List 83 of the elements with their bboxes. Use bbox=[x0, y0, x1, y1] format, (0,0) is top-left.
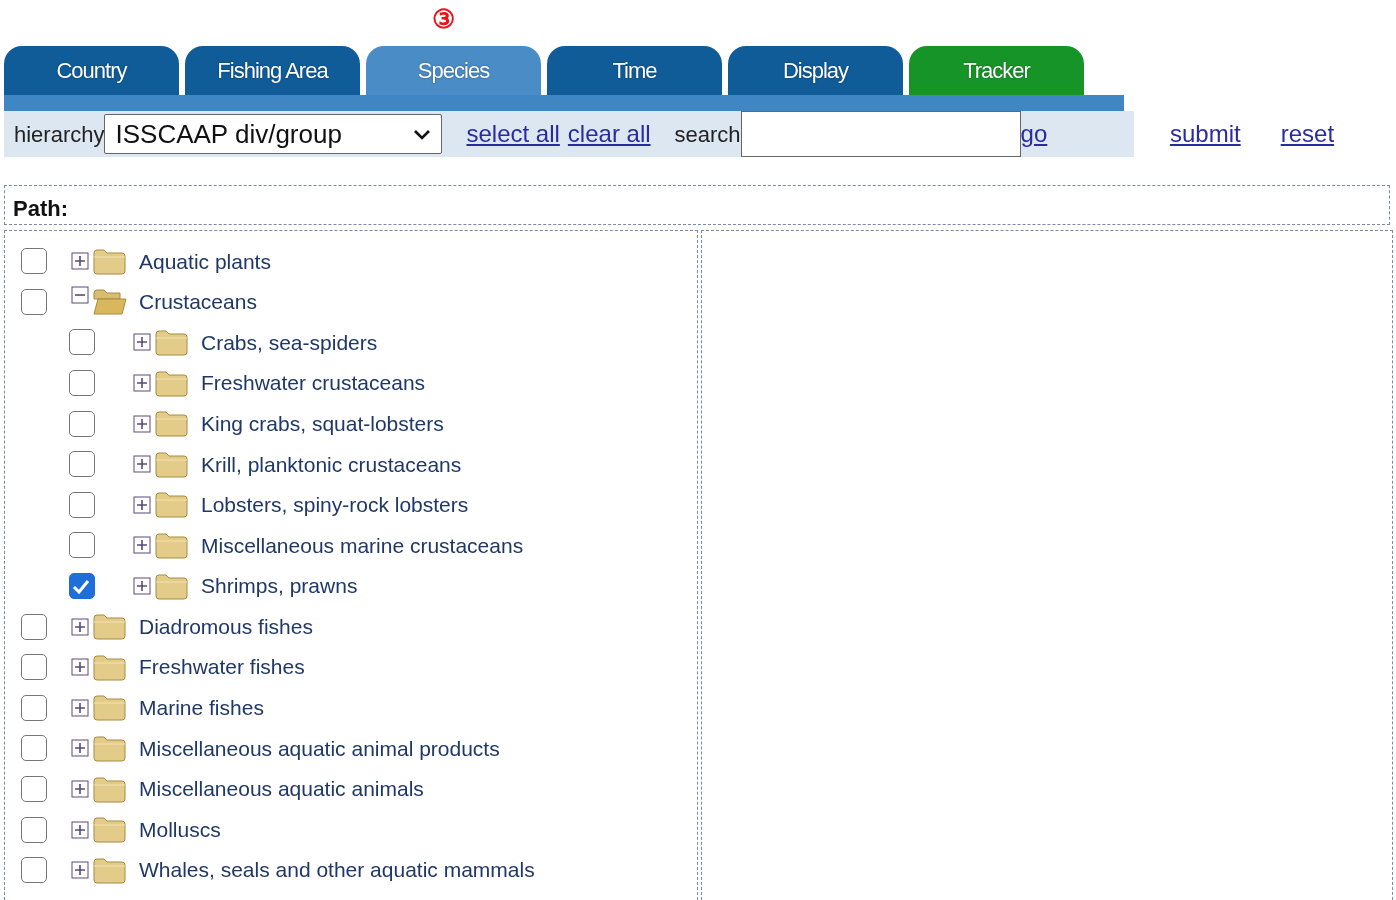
checkbox[interactable] bbox=[69, 532, 95, 559]
expand-icon[interactable] bbox=[71, 698, 89, 717]
expand-icon[interactable] bbox=[71, 617, 89, 636]
folder-icon bbox=[93, 774, 127, 804]
select-all-link[interactable]: select all bbox=[466, 116, 560, 152]
checkbox[interactable] bbox=[21, 857, 47, 884]
checkbox[interactable] bbox=[21, 248, 47, 275]
expand-icon[interactable] bbox=[71, 861, 89, 880]
checkbox[interactable] bbox=[21, 776, 47, 802]
expand-icon[interactable] bbox=[133, 577, 151, 596]
tree-item-label[interactable]: Miscellaneous marine crustaceans bbox=[201, 529, 524, 562]
checkbox[interactable] bbox=[21, 654, 47, 681]
folder-icon bbox=[93, 733, 127, 763]
checkbox[interactable] bbox=[21, 816, 47, 843]
expand-icon[interactable] bbox=[133, 414, 151, 433]
folder-icon bbox=[93, 246, 127, 276]
submit-link[interactable]: submit bbox=[1170, 116, 1241, 152]
folder-icon bbox=[155, 571, 189, 601]
expand-icon[interactable] bbox=[133, 455, 151, 474]
tree-item-label[interactable]: Marine fishes bbox=[139, 692, 264, 724]
tree-item-label[interactable]: Freshwater crustaceans bbox=[201, 367, 426, 399]
checkbox[interactable] bbox=[69, 329, 95, 356]
tree-item-label[interactable]: Miscellaneous aquatic animals bbox=[139, 773, 424, 805]
clear-all-link[interactable]: clear all bbox=[567, 116, 651, 152]
folder-icon bbox=[93, 612, 127, 642]
folder-icon bbox=[155, 368, 189, 398]
path-label: Path: bbox=[4, 185, 1390, 225]
reset-link[interactable]: reset bbox=[1280, 116, 1335, 152]
folder-icon bbox=[155, 490, 189, 520]
folder-icon bbox=[155, 449, 189, 479]
folder-icon bbox=[93, 815, 127, 845]
checkbox[interactable] bbox=[21, 735, 47, 762]
tree-item-label[interactable]: Molluscs bbox=[139, 813, 221, 846]
checkbox[interactable] bbox=[21, 288, 47, 315]
hierarchy-label: hierarchy bbox=[14, 120, 105, 149]
folder-icon bbox=[93, 693, 127, 723]
checkbox[interactable] bbox=[69, 451, 95, 478]
tree-item-label[interactable]: Krill, planktonic crustaceans bbox=[201, 448, 462, 480]
tab[interactable]: Fishing Area bbox=[185, 46, 360, 95]
go-link[interactable]: go bbox=[1020, 116, 1048, 152]
dropdown-value: ISSCAAP div/group bbox=[115, 117, 342, 151]
folder-icon bbox=[93, 855, 127, 885]
tree-item-label[interactable]: Miscellaneous aquatic animal products bbox=[139, 732, 500, 765]
expand-icon[interactable] bbox=[71, 658, 89, 677]
expand-icon[interactable] bbox=[133, 536, 151, 555]
expand-icon[interactable] bbox=[71, 780, 89, 798]
tab[interactable]: Species bbox=[366, 46, 541, 95]
tree-item-label[interactable]: Freshwater fishes bbox=[139, 651, 305, 683]
tree-item-label[interactable]: Diadromous fishes bbox=[139, 610, 313, 643]
tree-item-label[interactable]: Lobsters, spiny-rock lobsters bbox=[201, 489, 469, 521]
hierarchy-dropdown[interactable]: ISSCAAP div/group bbox=[104, 114, 443, 154]
tree-item-label[interactable]: Crabs, sea-spiders bbox=[201, 326, 378, 359]
tree-item-label[interactable]: King crabs, squat-lobsters bbox=[201, 407, 444, 440]
checkbox[interactable] bbox=[69, 370, 95, 397]
expand-icon[interactable] bbox=[71, 739, 89, 758]
step-marker: ③ bbox=[432, 4, 455, 34]
tree-item-label[interactable]: Aquatic plants bbox=[139, 245, 271, 278]
tree-item-label[interactable]: Shrimps, prawns bbox=[201, 570, 358, 602]
search-label: search bbox=[674, 120, 741, 149]
chevron-down-icon bbox=[413, 128, 432, 140]
tree-item-label[interactable]: Whales, seals and other aquatic mammals bbox=[139, 854, 535, 886]
tab[interactable]: Tracker bbox=[909, 46, 1084, 95]
folder-icon bbox=[93, 287, 127, 317]
tab[interactable]: Country bbox=[4, 46, 179, 95]
expand-icon[interactable] bbox=[71, 820, 89, 839]
checkbox[interactable] bbox=[21, 694, 47, 721]
folder-icon bbox=[155, 530, 189, 560]
tree-item-label[interactable]: Crustaceans bbox=[139, 286, 257, 318]
expand-icon[interactable] bbox=[133, 374, 151, 393]
expand-icon[interactable] bbox=[133, 495, 151, 514]
tab[interactable]: Time bbox=[547, 46, 722, 95]
checkbox[interactable] bbox=[69, 410, 95, 437]
search-field[interactable] bbox=[740, 111, 1021, 157]
checkbox[interactable] bbox=[69, 573, 95, 600]
collapse-icon[interactable] bbox=[71, 285, 89, 304]
folder-icon bbox=[93, 652, 127, 682]
folder-icon bbox=[155, 328, 189, 357]
checkbox[interactable] bbox=[69, 491, 95, 518]
expand-icon[interactable] bbox=[71, 252, 89, 271]
folder-icon bbox=[155, 409, 189, 439]
checkbox[interactable] bbox=[21, 613, 47, 640]
tab[interactable]: Display bbox=[728, 46, 903, 95]
expand-icon[interactable] bbox=[133, 333, 151, 352]
